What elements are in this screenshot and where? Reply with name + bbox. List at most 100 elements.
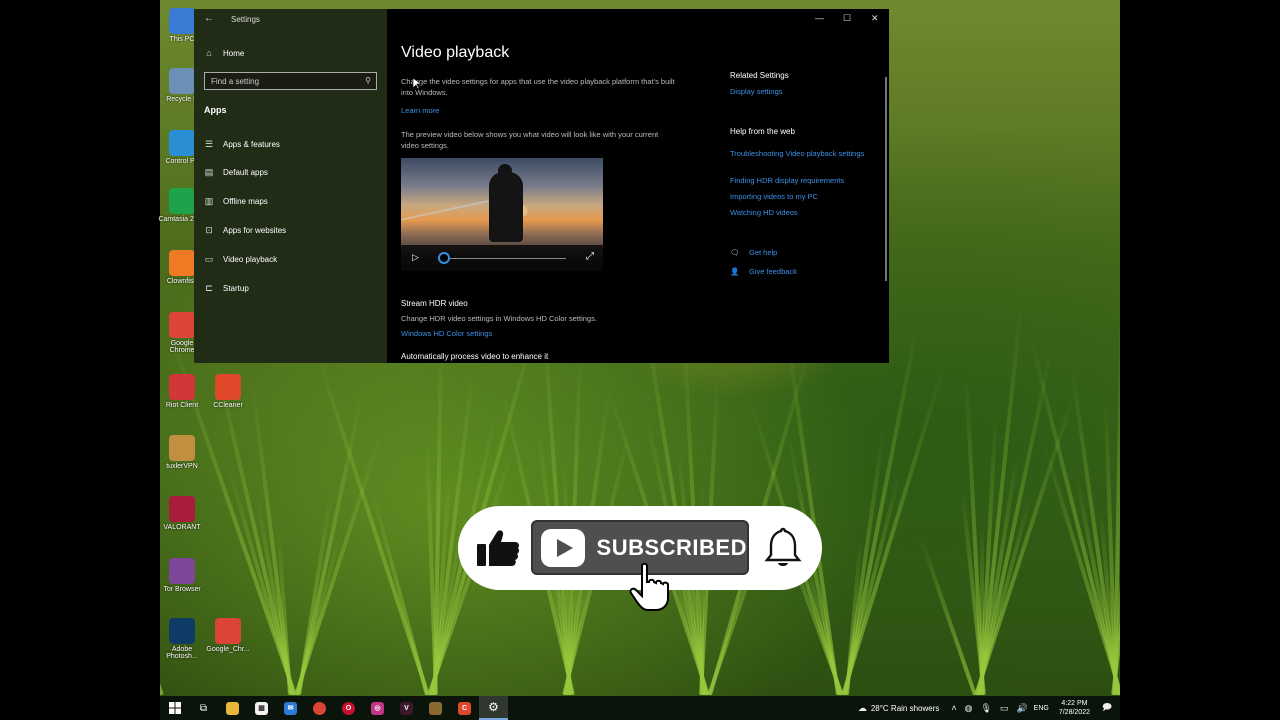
microphone-icon[interactable]: 🎙	[981, 703, 992, 714]
feedback-icon: 👤	[730, 267, 740, 276]
desktop-icon[interactable]: Adobe Photosh...	[158, 618, 206, 660]
nav-item[interactable]: ☰ Apps & features	[204, 135, 280, 153]
weather-text[interactable]: 28°C Rain showers	[871, 704, 940, 713]
hdr-heading: Stream HDR video	[401, 299, 468, 308]
gear-icon: ⚙	[488, 700, 499, 714]
help-link[interactable]: Finding HDR display requirements	[730, 176, 844, 187]
help-link[interactable]: Troubleshooting Video playback settings	[730, 149, 865, 160]
preview-text: The preview video below shows you what v…	[401, 130, 659, 150]
taskbar-opera[interactable]: O	[334, 696, 363, 720]
recycle-bin-icon	[169, 68, 195, 94]
apps-websites-icon: ⊡	[205, 224, 213, 235]
hdr-text: Change HDR video settings in Windows HD …	[401, 314, 597, 323]
taskbar-valorant[interactable]: V	[392, 696, 421, 720]
back-arrow-icon[interactable]: ←	[204, 13, 214, 24]
like-thumb-icon[interactable]	[476, 528, 520, 568]
learn-more-link[interactable]: Learn more	[401, 106, 439, 117]
mouse-cursor-icon	[413, 78, 421, 90]
desktop-icon[interactable]: VALORANT	[158, 496, 206, 531]
list-icon: ☰	[204, 138, 214, 149]
network-icon[interactable]: ▭	[1000, 703, 1009, 714]
help-link[interactable]: Watching HD videos	[730, 208, 798, 219]
hd-color-link[interactable]: Windows HD Color settings	[401, 329, 492, 340]
task-view-button[interactable]: ⧉	[189, 696, 218, 720]
nav-item[interactable]: ⊏ Startup	[204, 279, 249, 297]
tor-browser-icon	[169, 558, 195, 584]
desktop-icon-label: Adobe Photosh...	[166, 646, 198, 660]
windows-logo-icon	[168, 702, 181, 714]
startup-icon: ⊏	[205, 282, 213, 293]
language-indicator[interactable]: ENG	[1034, 705, 1049, 712]
grass-blade	[841, 370, 945, 696]
nav-home[interactable]: ⌂ Home	[204, 44, 244, 62]
minimize-button[interactable]: —	[815, 13, 824, 23]
desktop-icon[interactable]: Tor Browser	[158, 558, 206, 593]
maximize-button[interactable]: ☐	[843, 13, 851, 24]
nav-item-label: Startup	[223, 283, 249, 293]
nav-item[interactable]: ▤ Default apps	[204, 164, 268, 182]
nav-item-label: Apps for websites	[223, 225, 287, 235]
desktop-icon[interactable]: Riot Client	[158, 374, 206, 409]
get-help-link[interactable]: Get help	[749, 248, 777, 259]
desktop-icon-label: Google_Chr...	[206, 646, 250, 653]
valorant-icon: V	[400, 701, 413, 715]
clock[interactable]: 4:22 PM 7/28/2022	[1059, 699, 1090, 717]
clownfish-icon	[169, 250, 195, 276]
scrollbar[interactable]	[885, 77, 887, 281]
taskbar-mail[interactable]: ✉	[276, 696, 305, 720]
grass-blade	[294, 431, 384, 696]
nav-item-label: Offline maps	[223, 197, 268, 207]
taskbar-instagram[interactable]: ◎	[363, 696, 392, 720]
taskbar-tuxler[interactable]	[421, 696, 450, 720]
photoshop-icon	[169, 618, 195, 644]
chevron-up-icon[interactable]: ˄	[951, 703, 956, 713]
riot-client-icon	[169, 374, 195, 400]
taskbar-settings[interactable]: ⚙	[479, 696, 508, 720]
settings-nav-pane: ← Settings ⌂ Home Find a setting ⚲ Apps …	[194, 9, 387, 363]
search-input[interactable]: Find a setting ⚲	[204, 72, 377, 90]
desktop-icon[interactable]: CCleaner	[204, 374, 252, 409]
fullscreen-icon[interactable]: ⤢	[586, 251, 594, 262]
subscribe-label: SUBSCRIBED	[596, 534, 747, 560]
youtube-play-icon	[541, 528, 585, 567]
nav-item-label: Video playback	[223, 254, 278, 264]
clock-date: 7/28/2022	[1058, 709, 1090, 716]
bell-icon[interactable]	[763, 526, 803, 570]
video-controls: ▷ ⤢	[401, 245, 603, 271]
give-feedback-link[interactable]: Give feedback	[749, 267, 797, 278]
weather-icon[interactable]: ☁	[858, 703, 867, 714]
search-placeholder: Find a setting	[211, 77, 260, 86]
preview-video[interactable]: ▷ ⤢	[401, 158, 603, 271]
taskbar-file-explorer[interactable]	[218, 696, 247, 720]
help-link[interactable]: Importing videos to my PC	[730, 192, 818, 203]
nav-item[interactable]: ▥ Offline maps	[204, 193, 268, 211]
home-icon: ⌂	[206, 48, 212, 58]
security-icon[interactable]: ◍	[965, 703, 973, 714]
volume-icon[interactable]: 🔊	[1016, 703, 1027, 714]
video-seek-track[interactable]	[445, 258, 566, 259]
intro-text: Change the video settings for apps that …	[401, 77, 675, 97]
start-button[interactable]	[160, 696, 189, 720]
default-apps-icon: ▤	[204, 167, 214, 178]
nav-item[interactable]: ▭ Video playback	[204, 250, 277, 268]
taskbar-chrome[interactable]	[305, 696, 334, 720]
play-icon[interactable]: ▷	[412, 252, 419, 263]
tuxlervpn-icon	[429, 701, 442, 715]
desktop-icon[interactable]: Google_Chr...	[204, 618, 252, 653]
taskbar-store[interactable]: ▦	[247, 696, 276, 720]
close-button[interactable]: ✕	[871, 13, 879, 24]
nav-item[interactable]: ⊡ Apps for websites	[204, 221, 286, 239]
nav-home-label: Home	[223, 48, 245, 58]
clock-time: 4:22 PM	[1061, 700, 1088, 707]
instagram-icon: ◎	[371, 701, 384, 715]
video-seek-knob[interactable]	[438, 252, 450, 264]
desktop-icon[interactable]: tuxlerVPN	[158, 435, 206, 470]
desktop-icon-label: CCleaner	[213, 402, 243, 409]
taskbar-camtasia[interactable]: C	[450, 696, 479, 720]
store-icon: ▦	[255, 701, 268, 715]
system-tray: ☁ 28°C Rain showers ˄ ◍ 🎙 ▭ 🔊 ENG 4:22 P…	[854, 696, 1120, 720]
notification-icon[interactable]: 🗩	[1102, 700, 1112, 716]
display-settings-link[interactable]: Display settings	[730, 87, 783, 98]
chrome-icon	[215, 618, 241, 644]
section-heading: Apps	[204, 105, 227, 115]
